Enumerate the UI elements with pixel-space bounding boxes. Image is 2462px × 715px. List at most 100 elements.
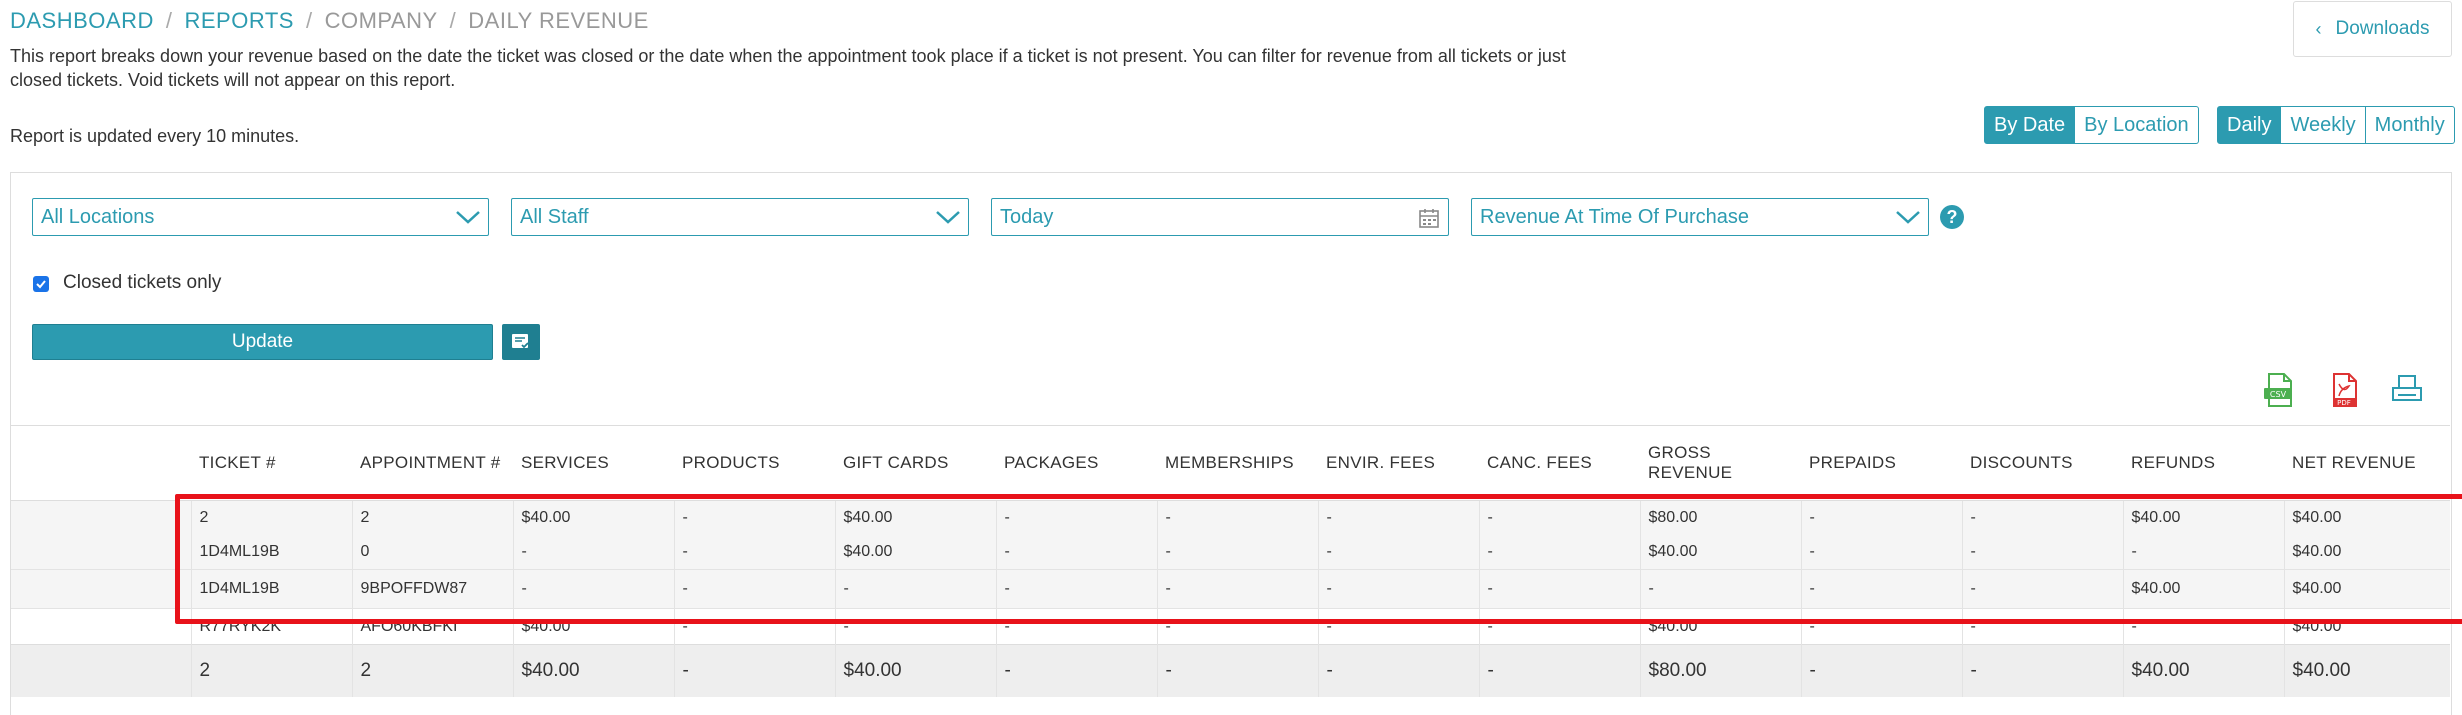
cell-net-revenue: $40.00 [2283, 500, 2450, 535]
cell-memberships: - [1156, 500, 1318, 535]
ticket-link[interactable]: R77RYK2K [190, 608, 352, 645]
cell-memberships: - [1156, 535, 1318, 570]
cell-envir-fees: - [1317, 500, 1479, 535]
cell-services: - [512, 569, 674, 609]
by-date-button[interactable]: By Date [1984, 106, 2076, 144]
update-frequency-note: Report is updated every 10 minutes. [10, 126, 300, 146]
downloads-label: Downloads [2335, 18, 2430, 39]
total-net-revenue: $40.00 [2283, 644, 2450, 697]
daily-button[interactable]: Daily [2217, 106, 2282, 144]
staff-select-value: All Staff [520, 205, 589, 228]
cell-refunds: - [2122, 608, 2284, 645]
cell-refunds: $40.00 [2122, 569, 2284, 609]
report-description: This report breaks down your revenue bas… [10, 46, 1566, 90]
calendar-icon[interactable] [1418, 207, 1440, 229]
date-picker[interactable]: Today [991, 198, 1449, 236]
monthly-button[interactable]: Monthly [2365, 106, 2455, 144]
cell-envir-fees: - [1317, 535, 1479, 570]
period-toggle: Daily Weekly Monthly [2217, 106, 2455, 144]
checkmark-icon [36, 280, 46, 289]
cell-appointment: 2 [351, 500, 513, 535]
cell-memberships: - [1156, 608, 1318, 645]
col-ticket: TICKET # [191, 425, 352, 501]
table-row: 2 2 $40.00 - $40.00 - - - - $80.00 - - $… [11, 500, 2450, 535]
cell-gift-cards: - [834, 569, 996, 609]
update-button[interactable]: Update [32, 324, 493, 360]
save-report-button[interactable] [502, 324, 540, 360]
breadcrumb-dashboard[interactable]: DASHBOARD [10, 8, 154, 33]
col-packages: PACKAGES [996, 425, 1157, 501]
total-row: 2 2 $40.00 - $40.00 - - - - $80.00 - - $… [11, 644, 2450, 697]
col-envir-fees: ENVIR. FEES [1318, 425, 1479, 501]
cell-services: $40.00 [512, 608, 674, 645]
ticket-link[interactable]: 1D4ML19B [190, 535, 352, 570]
cell-products: - [673, 608, 835, 645]
col-gross-revenue: GROSS REVENUE [1640, 425, 1801, 501]
table-row: 1D4ML19B 9BPOFFDW87 - - - - - - - - - - … [11, 569, 2450, 609]
cell-envir-fees: - [1317, 569, 1479, 609]
total-memberships: - [1156, 644, 1318, 697]
closed-tickets-checkbox[interactable] [33, 276, 49, 292]
cell-services: - [512, 535, 674, 570]
cell-discounts: - [1961, 500, 2123, 535]
cell-canc-fees: - [1478, 535, 1640, 570]
total-prepaids: - [1800, 644, 1962, 697]
cell-refunds: $40.00 [2122, 500, 2284, 535]
total-gift-cards: $40.00 [834, 644, 996, 697]
cell-gross-revenue: - [1639, 569, 1801, 609]
print-icon[interactable] [2390, 372, 2424, 408]
csv-export-icon[interactable]: CSV [2262, 372, 2296, 408]
row-spacer [11, 500, 191, 535]
staff-select[interactable]: All Staff [511, 198, 969, 236]
col-gift-cards: GIFT CARDS [835, 425, 996, 501]
cell-net-revenue: $40.00 [2283, 569, 2450, 609]
location-select[interactable]: All Locations [32, 198, 489, 236]
appointment-link[interactable]: 9BPOFFDW87 [351, 569, 513, 609]
cell-packages: - [995, 569, 1157, 609]
save-report-icon [512, 334, 529, 349]
help-icon[interactable]: ? [1940, 205, 1964, 229]
col-net-revenue: NET REVENUE [2284, 425, 2450, 501]
cell-gross-revenue: $40.00 [1639, 535, 1801, 570]
col-discounts: DISCOUNTS [1962, 425, 2123, 501]
col-canc-fees: CANC. FEES [1479, 425, 1640, 501]
col-memberships: MEMBERSHIPS [1157, 425, 1318, 501]
breadcrumb-company: COMPANY [324, 8, 438, 33]
downloads-button[interactable]: ‹ Downloads [2293, 1, 2452, 57]
total-appointment: 2 [351, 644, 513, 697]
col-services: SERVICES [513, 425, 674, 501]
cell-gift-cards: $40.00 [834, 535, 996, 570]
ticket-link[interactable]: 1D4ML19B [190, 569, 352, 609]
total-products: - [673, 644, 835, 697]
row-spacer [11, 644, 191, 697]
breadcrumb-separator: / [449, 8, 457, 33]
view-toggle: By Date By Location [1984, 106, 2199, 144]
cell-canc-fees: - [1478, 500, 1640, 535]
date-picker-value: Today [1000, 205, 1054, 228]
cell-packages: - [995, 535, 1157, 570]
cell-discounts: - [1961, 535, 2123, 570]
breadcrumb-reports[interactable]: REPORTS [184, 8, 293, 33]
cell-gross-revenue: $40.00 [1639, 608, 1801, 645]
cell-net-revenue: $40.00 [2283, 608, 2450, 645]
cell-prepaids: - [1800, 569, 1962, 609]
weekly-button[interactable]: Weekly [2281, 106, 2366, 144]
cell-net-revenue: $40.00 [2283, 535, 2450, 570]
chevron-down-icon [936, 211, 960, 224]
table-header-row: TICKET # APPOINTMENT # SERVICES PRODUCTS… [11, 425, 2450, 501]
closed-tickets-label[interactable]: Closed tickets only [63, 272, 221, 294]
appointment-link[interactable]: AFO60KBFKI [351, 608, 513, 645]
cell-discounts: - [1961, 608, 2123, 645]
total-envir-fees: - [1317, 644, 1479, 697]
col-products: PRODUCTS [674, 425, 835, 501]
breadcrumb-separator: / [305, 8, 313, 33]
cell-packages: - [995, 608, 1157, 645]
pdf-export-icon[interactable]: PDF [2327, 372, 2361, 408]
breadcrumb-separator: / [165, 8, 173, 33]
by-location-button[interactable]: By Location [2075, 106, 2199, 144]
cell-prepaids: - [1800, 500, 1962, 535]
revenue-type-select[interactable]: Revenue At Time Of Purchase [1471, 198, 1929, 236]
row-spacer [11, 535, 191, 570]
svg-text:PDF: PDF [2337, 399, 2351, 407]
revenue-table: TICKET # APPOINTMENT # SERVICES PRODUCTS… [11, 425, 2450, 697]
